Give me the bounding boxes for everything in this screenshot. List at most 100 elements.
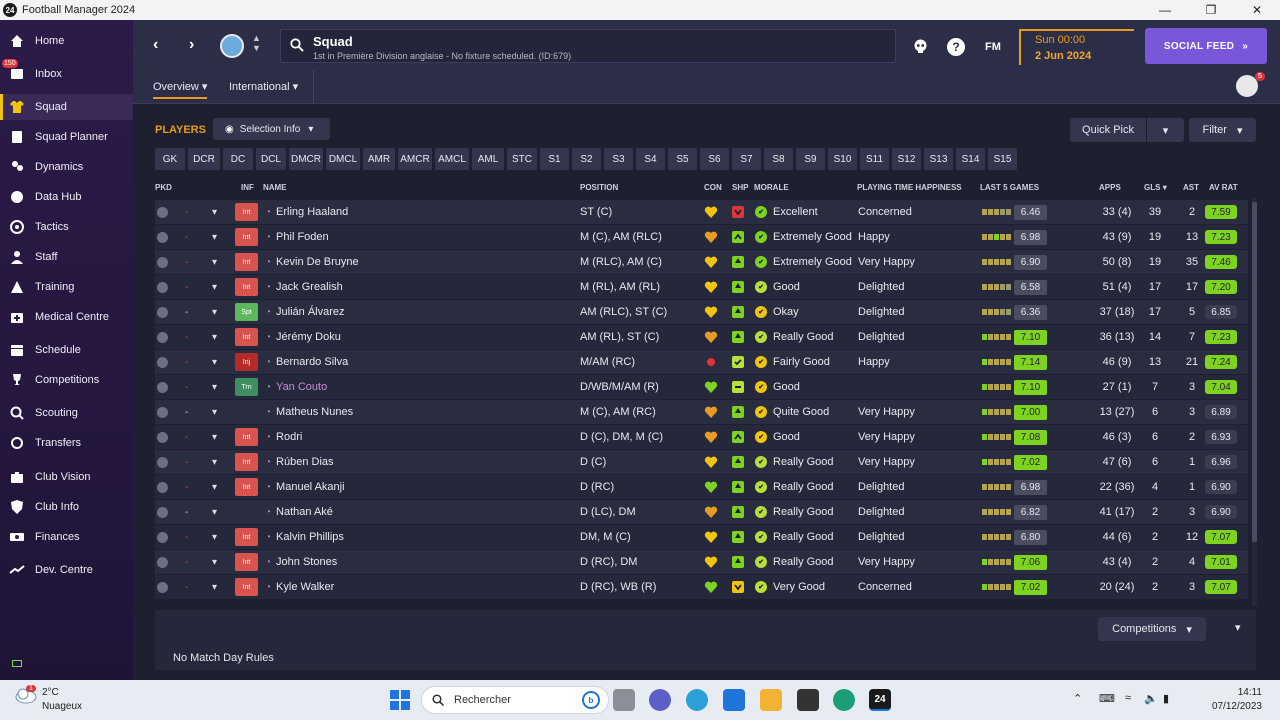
speaker-icon[interactable]: 🔈 [1144, 692, 1158, 705]
column-header-morale[interactable]: MORALE [754, 183, 789, 192]
sidebar-item-data-hub[interactable]: Data Hub [0, 184, 133, 210]
pkd-status-icon[interactable] [157, 275, 169, 299]
file-explorer-icon[interactable] [760, 689, 782, 711]
position-filter-s7[interactable]: S7 [732, 148, 761, 170]
column-header-ast[interactable]: AST [1183, 183, 1199, 192]
player-name-cell[interactable]: ◔ Jack Grealish [265, 275, 343, 299]
row-chevron-down-icon[interactable]: ▾ [212, 300, 224, 324]
position-filter-dcr[interactable]: DCR [188, 148, 220, 170]
position-filter-s1[interactable]: S1 [540, 148, 569, 170]
player-name[interactable]: Bernardo Silva [276, 356, 348, 368]
position-filter-s15[interactable]: S15 [988, 148, 1017, 170]
sidebar-item-training[interactable]: Training [0, 274, 133, 300]
pkd-status-icon[interactable] [157, 450, 169, 474]
sidebar-item-finances[interactable]: Finances [0, 524, 133, 550]
skull-icon[interactable] [912, 38, 929, 55]
position-filter-dc[interactable]: DC [223, 148, 253, 170]
column-header-shp[interactable]: SHP [732, 183, 748, 192]
social-feed-button[interactable]: SOCIAL FEED » [1145, 28, 1267, 64]
row-chevron-down-icon[interactable]: ▾ [212, 525, 224, 549]
row-chevron-down-icon[interactable]: ▾ [212, 450, 224, 474]
selection-dash[interactable]: - [185, 525, 197, 549]
table-row[interactable]: - ▾ Int ◔ Jack Grealish M (RL), AM (RL) ✔ Good D… [155, 275, 1248, 299]
sidebar-item-dynamics[interactable]: Dynamics [0, 154, 133, 180]
player-name[interactable]: Jack Grealish [276, 281, 343, 293]
selection-dash[interactable]: - [185, 300, 197, 324]
date-time-box[interactable]: Sun 00:00 2 Jun 2024 [1019, 29, 1134, 65]
position-filter-stc[interactable]: STC [507, 148, 537, 170]
selection-dash[interactable]: - [185, 550, 197, 574]
row-chevron-down-icon[interactable]: ▾ [212, 500, 224, 524]
sidebar-item-squad[interactable]: Squad [0, 94, 133, 120]
table-row[interactable]: - ▾ Int ◔ Kalvin Phillips DM, M (C) ✔ Really Go… [155, 525, 1248, 549]
bing-icon[interactable]: b [582, 691, 600, 709]
column-header-con[interactable]: CON [704, 183, 722, 192]
selection-info-button[interactable]: ◉ Selection Info ▾ [213, 118, 330, 140]
row-chevron-down-icon[interactable]: ▾ [212, 250, 224, 274]
dropbox-icon[interactable] [723, 689, 745, 711]
selection-dash[interactable]: - [185, 375, 197, 399]
position-filter-dmcr[interactable]: DMCR [289, 148, 323, 170]
close-button[interactable]: ✕ [1234, 0, 1280, 20]
table-scrollbar[interactable] [1252, 198, 1257, 606]
pkd-status-icon[interactable] [157, 550, 169, 574]
battery-icon[interactable]: ▮ [1163, 692, 1169, 705]
table-row[interactable]: - ▾ Inj ◔ Bernardo Silva M/AM (RC) ✔ Fairly Goo… [155, 350, 1248, 374]
sidebar-item-dev-centre[interactable]: Dev. Centre [0, 557, 133, 583]
player-name-cell[interactable]: ◔ Kevin De Bruyne [265, 250, 359, 274]
selection-dash[interactable]: - [185, 200, 197, 224]
position-filter-s12[interactable]: S12 [892, 148, 921, 170]
selection-dash[interactable]: - [185, 325, 197, 349]
maximize-button[interactable]: ❐ [1188, 0, 1234, 20]
expand-chevron-icon[interactable]: ▾ [1235, 621, 1241, 634]
player-name-cell[interactable]: ◔ Julián Álvarez [265, 300, 345, 324]
position-filter-amcr[interactable]: AMCR [398, 148, 432, 170]
table-row[interactable]: - ▾ Int ◔ Manuel Akanji D (RC) ✔ Really Good Del… [155, 475, 1248, 499]
back-arrow-icon[interactable]: ‹ [153, 36, 158, 54]
help-icon[interactable]: ? [947, 38, 965, 56]
column-header-apps[interactable]: APPS [1099, 183, 1121, 192]
teams-chat-icon[interactable] [649, 689, 671, 711]
player-name-cell[interactable]: ◔ Nathan Aké [265, 500, 333, 524]
club-badge-icon[interactable] [220, 34, 244, 58]
app-lightning-icon[interactable] [797, 689, 819, 711]
column-header-avrat[interactable]: AV RAT [1209, 183, 1238, 192]
table-row[interactable]: - ▾ Int ◔ Rodri D (C), DM, M (C) ✔ Good Very Hap… [155, 425, 1248, 449]
position-filter-s9[interactable]: S9 [796, 148, 825, 170]
player-name-cell[interactable]: ◔ Yan Couto [265, 375, 327, 399]
tab-overview[interactable]: Overview ▾ [153, 80, 208, 99]
player-name-cell[interactable]: ◔ Bernardo Silva [265, 350, 348, 374]
sidebar-item-competitions[interactable]: Competitions [0, 367, 133, 393]
player-name-cell[interactable]: ◔ Rúben Dias [265, 450, 334, 474]
scrollbar-thumb[interactable] [1252, 202, 1257, 542]
player-name[interactable]: Nathan Aké [276, 506, 333, 518]
pkd-status-icon[interactable] [157, 575, 169, 599]
player-name[interactable]: Matheus Nunes [276, 406, 353, 418]
position-filter-s6[interactable]: S6 [700, 148, 729, 170]
sidebar-item-club-info[interactable]: Club Info [0, 494, 133, 520]
column-header-position[interactable]: POSITION [580, 183, 618, 192]
column-header-name[interactable]: NAME [263, 183, 287, 192]
table-row[interactable]: - ▾ ◔ Nathan Aké D (LC), DM ✔ Really Good Delig… [155, 500, 1248, 524]
fm-logo-icon[interactable]: FM [983, 38, 1003, 55]
quick-pick-button[interactable]: Quick Pick ▾ [1070, 118, 1184, 142]
selection-dash[interactable]: - [185, 575, 197, 599]
sidebar-item-squad-planner[interactable]: Squad Planner [0, 124, 133, 150]
sidebar-item-inbox[interactable]: Inbox 150 [0, 59, 133, 87]
table-row[interactable]: - ▾ Int ◔ Rúben Dias D (C) ✔ Really Good Very Ha… [155, 450, 1248, 474]
player-name[interactable]: John Stones [276, 556, 337, 568]
player-name[interactable]: Kevin De Bruyne [276, 256, 359, 268]
table-row[interactable]: - ▾ Spt ◔ Julián Álvarez AM (RLC), ST (C) ✔ Oka… [155, 300, 1248, 324]
row-chevron-down-icon[interactable]: ▾ [212, 400, 224, 424]
column-header-pkd[interactable]: PKD [155, 183, 172, 192]
position-filter-s8[interactable]: S8 [764, 148, 793, 170]
sidebar-item-scouting[interactable]: Scouting [0, 400, 133, 426]
position-filter-s10[interactable]: S10 [828, 148, 857, 170]
system-clock[interactable]: 14:11 07/12/2023 [1210, 686, 1262, 714]
position-filter-s2[interactable]: S2 [572, 148, 601, 170]
position-filter-dcl[interactable]: DCL [256, 148, 286, 170]
selection-dash[interactable]: - [185, 275, 197, 299]
row-chevron-down-icon[interactable]: ▾ [212, 350, 224, 374]
row-chevron-down-icon[interactable]: ▾ [212, 325, 224, 349]
sidebar-item-medical-centre[interactable]: Medical Centre [0, 304, 133, 330]
